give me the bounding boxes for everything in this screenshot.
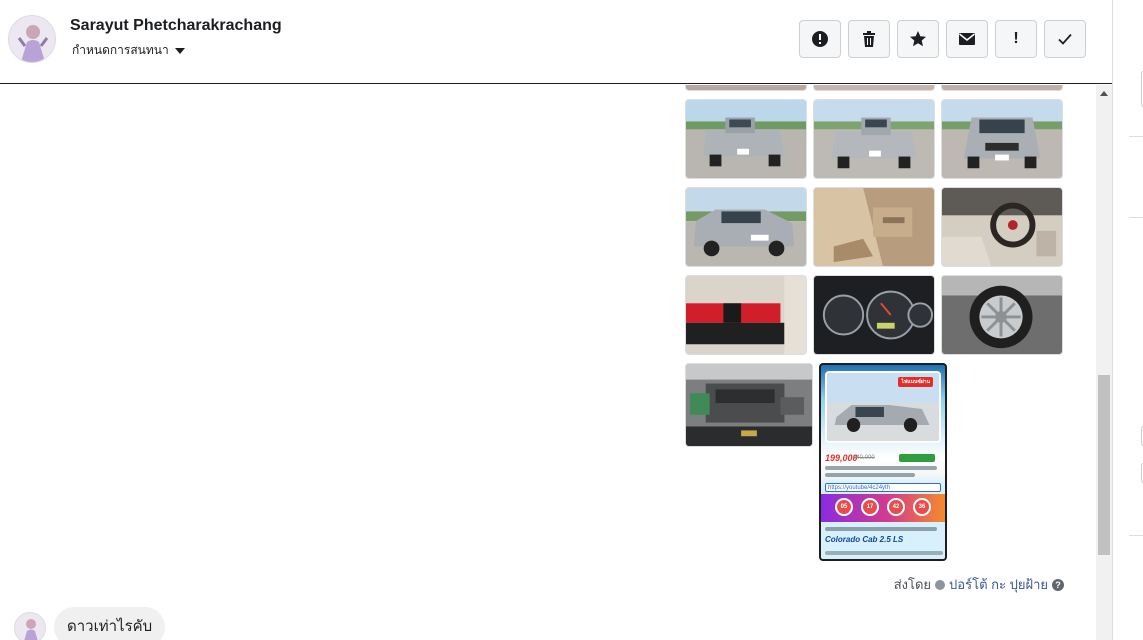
poster-text-line — [825, 527, 937, 531]
scroll-up-arrow[interactable] — [1096, 85, 1112, 102]
poster-circle: 17 — [861, 498, 879, 516]
sent-by-prefix: ส่งโดย — [893, 577, 932, 592]
contact-name[interactable]: Sarayut Phetcharakrachang — [70, 17, 282, 35]
dashboard-interior-image — [942, 188, 1062, 266]
poster-circle: 36 — [913, 498, 931, 516]
panel-divider — [1129, 535, 1143, 536]
help-icon[interactable]: ? — [1052, 578, 1064, 591]
photo-thumbnail[interactable] — [941, 85, 1063, 91]
poster-footer-line — [825, 551, 943, 555]
panel-divider — [1129, 217, 1143, 218]
photo-thumbnail[interactable] — [685, 85, 807, 91]
envelope-icon — [959, 33, 975, 45]
panel-divider — [1129, 136, 1143, 137]
poster-car-photo: ไฟแนนซ์ผ่าน — [825, 371, 941, 443]
exclamation-icon: ! — [1013, 30, 1019, 47]
sender-link[interactable]: ปอร์โต้ กะ ปุยฝ้าย — [949, 574, 1048, 595]
photo-thumbnail[interactable] — [685, 275, 807, 355]
photo-thumbnail[interactable] — [941, 275, 1063, 355]
message-thread[interactable]: ไฟแนนซ์ผ่าน 199,000 240,000 https://yout… — [0, 85, 1096, 640]
sender-avatar[interactable] — [14, 612, 46, 640]
mark-unread-button[interactable] — [946, 20, 988, 58]
pickup-rear-image — [814, 100, 934, 178]
poster-green-tag — [899, 454, 935, 462]
photo-thumbnail[interactable] — [685, 363, 813, 447]
wheel-image — [942, 276, 1062, 354]
photo-thumbnail[interactable] — [813, 187, 935, 267]
star-icon — [910, 31, 926, 47]
thread-scrollbar[interactable] — [1096, 85, 1112, 640]
poster-text-line — [825, 466, 937, 470]
photo-thumbnail[interactable] — [813, 99, 935, 179]
photo-thumbnail[interactable] — [685, 99, 807, 179]
poster-url: https://youtube/4c24yth — [825, 483, 941, 492]
flag-button[interactable]: ! — [995, 20, 1037, 58]
check-icon — [1058, 33, 1072, 45]
conversation-settings-dropdown[interactable]: กำหนดการสนทนา — [72, 41, 185, 60]
delete-button[interactable] — [848, 20, 890, 58]
seat-image — [686, 276, 806, 354]
mark-spam-button[interactable] — [799, 20, 841, 58]
sale-poster-image[interactable]: ไฟแนนซ์ผ่าน 199,000 240,000 https://yout… — [819, 363, 947, 561]
sent-by-line: ส่งโดย ปอร์โต้ กะ ปุยฝ้าย ? — [894, 574, 1064, 595]
engine-bay-image — [686, 364, 812, 446]
triangle-up-icon — [1100, 91, 1108, 96]
pickup-front-image — [942, 100, 1062, 178]
caret-down-icon — [174, 48, 185, 54]
door-panel-image — [814, 188, 934, 266]
poster-model: Colorado Cab 2.5 LS — [825, 535, 904, 544]
conversation-settings-label: กำหนดการสนทนา — [72, 43, 169, 57]
photo-thumbnail[interactable] — [941, 187, 1063, 267]
conversation-header: Sarayut Phetcharakrachang กำหนดการสนทนา … — [0, 0, 1112, 84]
photo-thumbnail[interactable] — [685, 187, 807, 267]
poster-circle: 05 — [835, 498, 853, 516]
photo-thumbnail[interactable] — [941, 99, 1063, 179]
pickup-rear-image — [686, 100, 806, 178]
header-action-bar: ! — [799, 20, 1086, 58]
details-side-panel — [1112, 0, 1143, 640]
trash-icon — [863, 31, 875, 47]
contact-avatar[interactable] — [8, 15, 56, 63]
star-button[interactable] — [897, 20, 939, 58]
instrument-cluster-image — [814, 276, 934, 354]
alert-circle-icon — [812, 31, 828, 47]
photo-thumbnail[interactable] — [813, 85, 935, 91]
poster-text-line — [825, 473, 915, 477]
mark-done-button[interactable] — [1044, 20, 1086, 58]
message-bubble[interactable]: ดาวเท่าไรคับ — [54, 607, 166, 640]
poster-badge: ไฟแนนซ์ผ่าน — [898, 377, 933, 387]
photo-thumbnail[interactable] — [813, 275, 935, 355]
pickup-front-angle-image — [686, 188, 806, 266]
poster-old-price: 240,000 — [853, 455, 875, 461]
scroll-thumb[interactable] — [1098, 375, 1110, 555]
verified-icon — [935, 579, 946, 590]
poster-circle: 42 — [887, 498, 905, 516]
